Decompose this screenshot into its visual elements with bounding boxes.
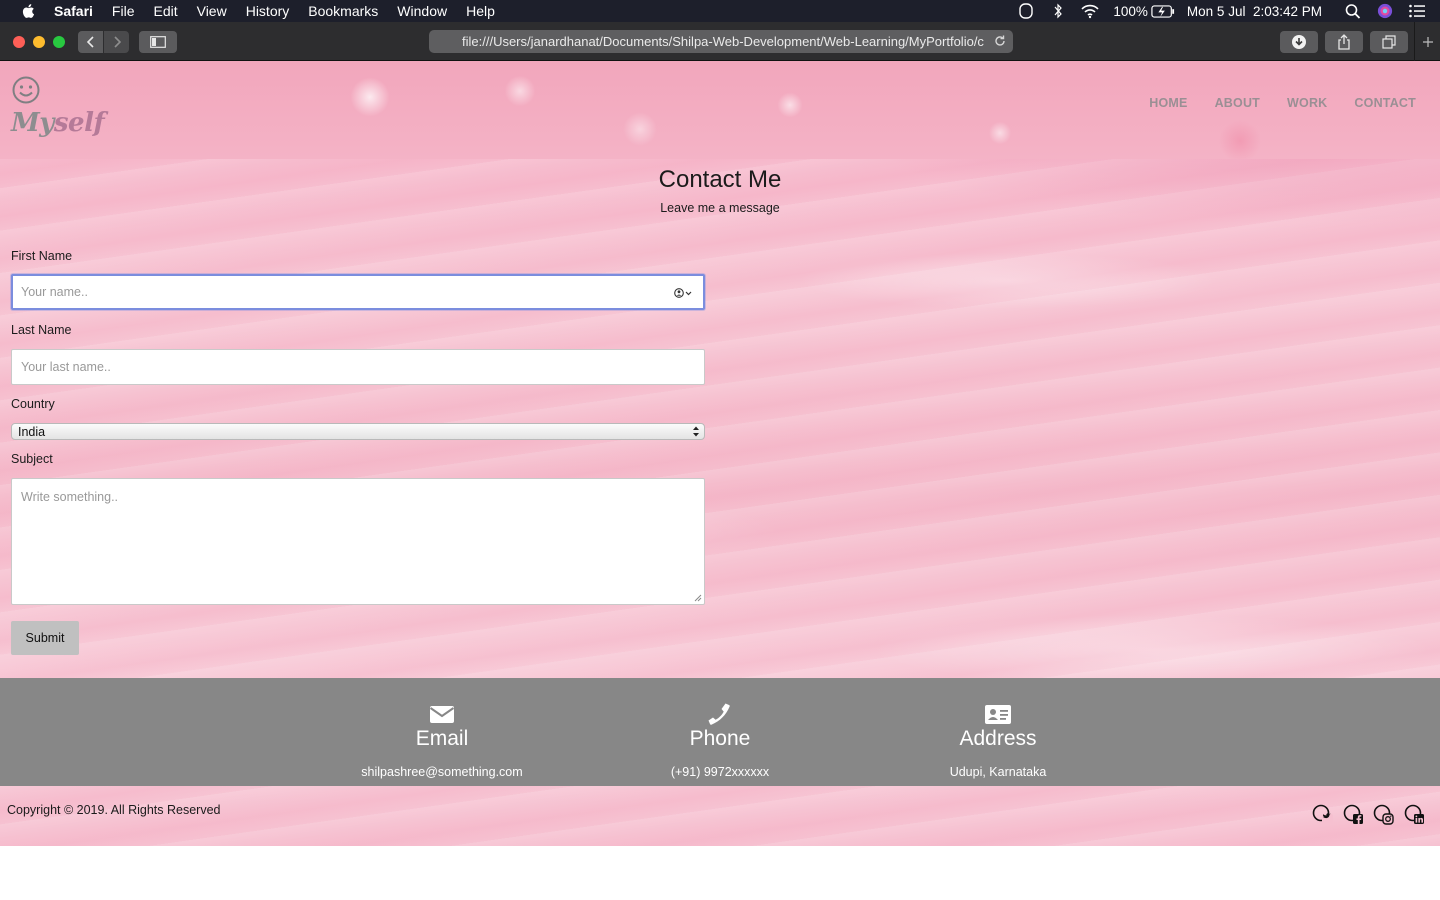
browser-toolbar: file:///Users/janardhanat/Documents/Shil… — [0, 22, 1440, 61]
contact-info-bar: Email shilpashree@something.com Phone (+… — [0, 678, 1440, 786]
address-bar-url: file:///Users/janardhanat/Documents/Shil… — [462, 34, 984, 49]
country-select[interactable]: India — [11, 423, 705, 440]
phone-value[interactable]: (+91) 9972xxxxxx — [600, 765, 840, 779]
menu-edit[interactable]: Edit — [153, 3, 177, 19]
subject-textarea[interactable]: Write something.. — [11, 478, 705, 605]
menu-file[interactable]: File — [112, 3, 135, 19]
new-tab-button[interactable] — [1414, 22, 1440, 61]
menubar-clock[interactable]: Mon 5 Jul 2:03:42 PM — [1187, 4, 1322, 19]
chevron-right-icon — [113, 36, 121, 48]
page-subtitle: Leave me a message — [660, 201, 780, 215]
address-card-icon — [985, 705, 1011, 724]
site-header: Myself HOME ABOUT WORK CONTACT — [0, 61, 1440, 159]
show-tabs-button[interactable] — [1370, 31, 1408, 53]
nav-contact-link[interactable]: CONTACT — [1354, 96, 1416, 110]
email-heading: Email — [415, 727, 469, 750]
first-name-input[interactable]: Your name.. — [11, 274, 705, 310]
phone-info: Phone (+91) 9972xxxxxx — [600, 702, 840, 779]
menu-window[interactable]: Window — [397, 3, 447, 19]
subject-label: Subject — [11, 452, 53, 466]
menu-history[interactable]: History — [246, 3, 290, 19]
plus-icon — [1422, 36, 1433, 47]
apple-logo-icon[interactable] — [20, 2, 38, 20]
downloads-button[interactable] — [1280, 31, 1318, 53]
envelope-icon — [429, 706, 455, 723]
last-name-label: Last Name — [11, 323, 72, 337]
menu-app-name[interactable]: Safari — [54, 3, 93, 19]
last-name-placeholder: Your last name.. — [21, 360, 111, 374]
macos-menubar: Safari File Edit View History Bookmarks … — [0, 0, 1440, 22]
spotlight-search-icon[interactable] — [1344, 3, 1362, 19]
notification-icon[interactable] — [1017, 3, 1035, 19]
nav-home-link[interactable]: HOME — [1149, 96, 1187, 110]
download-icon — [1292, 35, 1306, 49]
chevron-left-icon — [86, 36, 94, 48]
site-logo[interactable]: Myself — [11, 108, 105, 138]
share-button[interactable] — [1325, 31, 1363, 53]
page-title: Contact Me — [658, 166, 782, 193]
smiley-face-icon — [12, 76, 40, 104]
fullscreen-window-button[interactable] — [53, 36, 65, 48]
main-nav: HOME ABOUT WORK CONTACT — [1122, 96, 1416, 110]
battery-percentage: 100% — [1113, 3, 1148, 19]
autofill-contact-icon[interactable] — [674, 287, 692, 299]
sidebar-icon — [150, 36, 166, 48]
linkedin-icon[interactable] — [1404, 804, 1426, 826]
email-value[interactable]: shilpashree@something.com — [322, 765, 562, 779]
first-name-label: First Name — [11, 249, 73, 263]
close-window-button[interactable] — [13, 36, 25, 48]
siri-icon[interactable] — [1376, 3, 1394, 19]
nav-work-link[interactable]: WORK — [1287, 96, 1327, 110]
control-center-icon[interactable] — [1408, 3, 1426, 19]
nav-about-link[interactable]: ABOUT — [1215, 96, 1260, 110]
history-nav — [78, 31, 129, 53]
logo-text-my: My — [11, 108, 54, 138]
copyright-text: Copyright © 2019. All Rights Reserved — [7, 803, 221, 817]
address-info: Address Udupi, Karnataka — [878, 702, 1118, 779]
bluetooth-icon[interactable] — [1049, 3, 1067, 19]
submit-button[interactable]: Submit — [11, 621, 79, 655]
email-info: Email shilpashree@something.com — [322, 702, 562, 779]
address-heading: Address — [959, 727, 1037, 750]
share-icon — [1338, 34, 1350, 50]
menu-view[interactable]: View — [197, 3, 227, 19]
country-label: Country — [11, 397, 55, 411]
address-value: Udupi, Karnataka — [949, 765, 1047, 779]
wifi-icon[interactable] — [1081, 3, 1099, 19]
tabs-overview-icon — [1382, 35, 1396, 49]
phone-heading: Phone — [689, 727, 751, 750]
sidebar-toggle-button[interactable] — [139, 31, 177, 53]
reload-icon[interactable] — [993, 34, 1007, 48]
select-arrows-icon — [693, 426, 699, 437]
menu-help[interactable]: Help — [466, 3, 495, 19]
phone-icon — [708, 703, 730, 725]
forward-button[interactable] — [104, 31, 129, 53]
minimize-window-button[interactable] — [33, 36, 45, 48]
facebook-icon[interactable] — [1343, 804, 1365, 826]
web-page: Myself HOME ABOUT WORK CONTACT Contact M… — [0, 61, 1440, 846]
country-selected-value: India — [18, 424, 46, 439]
address-bar[interactable]: file:///Users/janardhanat/Documents/Shil… — [429, 30, 1013, 53]
menu-bookmarks[interactable]: Bookmarks — [308, 3, 378, 19]
last-name-input[interactable]: Your last name.. — [11, 349, 705, 385]
twitter-icon[interactable] — [1312, 804, 1334, 826]
logo-text-self: self — [53, 108, 105, 138]
battery-icon[interactable] — [1151, 4, 1175, 18]
subject-placeholder: Write something.. — [21, 490, 119, 504]
resize-grip-icon[interactable] — [694, 594, 702, 602]
back-button[interactable] — [78, 31, 103, 53]
instagram-icon[interactable] — [1373, 804, 1395, 826]
first-name-placeholder: Your name.. — [21, 285, 88, 299]
